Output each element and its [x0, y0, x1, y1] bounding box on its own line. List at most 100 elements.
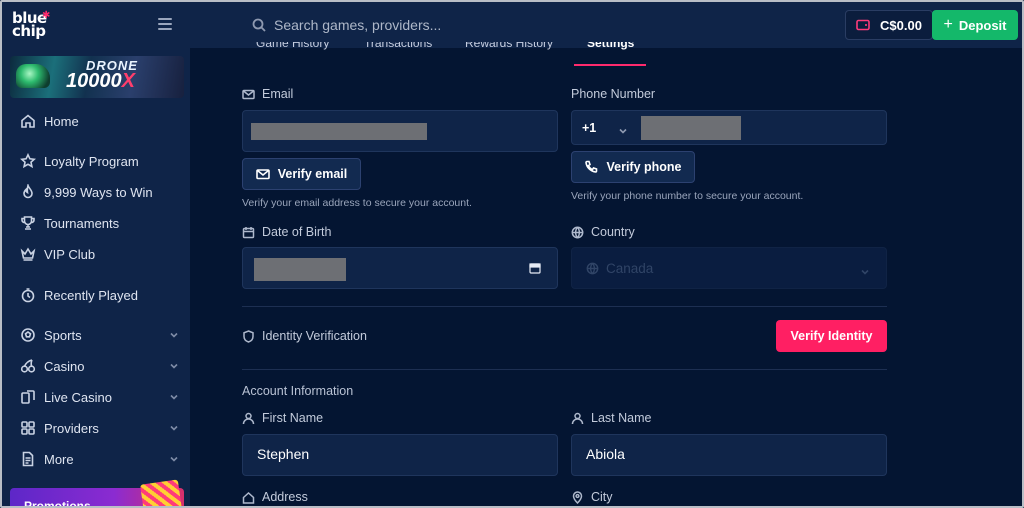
- phone-icon: [584, 160, 598, 174]
- sidebar-item-more[interactable]: More: [20, 449, 180, 469]
- wallet-icon: [856, 19, 870, 31]
- sidebar-item-label: Casino: [44, 358, 85, 374]
- sidebar-item-label: Loyalty Program: [44, 153, 139, 169]
- banner-subtitle: 10000X: [66, 70, 135, 92]
- sidebar-item-label: Providers: [44, 420, 99, 436]
- country-label: Country: [571, 225, 635, 239]
- deposit-button[interactable]: + Deposit: [932, 10, 1018, 40]
- sidebar-item-label: Tournaments: [44, 215, 120, 231]
- verify-email-button[interactable]: Verify email: [242, 158, 361, 190]
- first-name-value: Stephen: [257, 446, 310, 462]
- phone-country-code[interactable]: +1: [582, 121, 596, 135]
- brand-logo[interactable]: blue chip ✱: [12, 10, 52, 40]
- globe-icon: [586, 262, 599, 275]
- sidebar-item-vip-club[interactable]: VIP Club: [20, 244, 180, 264]
- section-divider: [242, 306, 887, 307]
- last-name-label: Last Name: [571, 411, 651, 425]
- sidebar: blue chip ✱ DRONE 10000X Home Loyalty Pr…: [2, 2, 190, 508]
- logo-star-icon: ✱: [42, 10, 51, 21]
- verify-identity-button[interactable]: Verify Identity: [776, 320, 887, 352]
- shield-icon: [242, 329, 255, 343]
- last-name-value: Abiola: [586, 446, 625, 462]
- sidebar-item-recently-played[interactable]: Recently Played: [20, 285, 180, 305]
- tab-game-history[interactable]: Game History: [256, 42, 329, 52]
- balance-display[interactable]: C$0.00: [845, 10, 933, 40]
- sidebar-item-label: Sports: [44, 327, 82, 343]
- house-icon: [242, 491, 255, 504]
- calendar-picker-icon[interactable]: [529, 261, 541, 274]
- phone-field[interactable]: +1: [571, 110, 887, 145]
- tab-rewards-history[interactable]: Rewards History: [465, 42, 553, 52]
- sidebar-item-providers[interactable]: Providers: [20, 418, 180, 438]
- dob-field[interactable]: [242, 247, 558, 289]
- plus-icon: +: [943, 16, 953, 33]
- mail-icon: [255, 167, 270, 181]
- mail-icon: [242, 88, 255, 101]
- chevron-down-icon: [168, 360, 180, 372]
- cards-icon: [20, 389, 36, 405]
- document-icon: [20, 451, 36, 467]
- sidebar-item-ways-to-win[interactable]: 9,999 Ways to Win: [20, 182, 180, 202]
- promotions-label: Promotions: [24, 499, 91, 508]
- map-pin-icon: [571, 490, 584, 504]
- chevron-down-icon[interactable]: [618, 123, 628, 134]
- address-label: Address: [242, 490, 308, 504]
- promo-banner[interactable]: DRONE 10000X: [10, 56, 184, 98]
- section-divider: [242, 369, 887, 370]
- account-information-title: Account Information: [242, 384, 354, 398]
- user-icon: [242, 412, 255, 425]
- city-label: City: [571, 490, 613, 504]
- last-name-field[interactable]: Abiola: [571, 434, 887, 476]
- sidebar-item-casino[interactable]: Casino: [20, 356, 180, 376]
- balance-amount: C$0.00: [880, 17, 922, 33]
- star-icon: [20, 153, 36, 169]
- first-name-label: First Name: [242, 411, 323, 425]
- first-name-field[interactable]: Stephen: [242, 434, 558, 476]
- sidebar-item-label: Live Casino: [44, 389, 112, 405]
- promotions-button[interactable]: Promotions: [10, 479, 184, 508]
- sidebar-item-home[interactable]: Home: [20, 111, 180, 131]
- menu-toggle-icon[interactable]: [158, 18, 172, 30]
- sidebar-item-tournaments[interactable]: Tournaments: [20, 213, 180, 233]
- app-window: blue chip ✱ DRONE 10000X Home Loyalty Pr…: [0, 0, 1024, 508]
- search-icon: [252, 18, 266, 32]
- verify-phone-button[interactable]: Verify phone: [571, 151, 695, 183]
- gift-icon: [140, 479, 182, 506]
- email-hint: Verify your email address to secure your…: [242, 197, 472, 209]
- chevron-down-icon: [168, 453, 180, 465]
- chevron-down-icon: [168, 391, 180, 403]
- sidebar-item-label: Recently Played: [44, 287, 138, 303]
- chevron-down-icon: [860, 264, 870, 275]
- email-label: Email: [242, 87, 293, 101]
- dob-label: Date of Birth: [242, 225, 331, 239]
- crown-icon: [20, 246, 36, 262]
- sidebar-item-loyalty[interactable]: Loyalty Program: [20, 151, 180, 171]
- search-input[interactable]: [274, 12, 674, 38]
- dob-redacted: [254, 258, 346, 281]
- chevron-down-icon: [168, 329, 180, 341]
- clock-icon: [20, 287, 36, 303]
- sidebar-item-label: 9,999 Ways to Win: [44, 184, 153, 200]
- drone-car-image: [16, 64, 50, 88]
- sidebar-item-label: More: [44, 451, 74, 467]
- grid-icon: [20, 420, 36, 436]
- deposit-label: Deposit: [958, 17, 1007, 33]
- sidebar-item-sports[interactable]: Sports: [20, 325, 180, 345]
- country-select: Canada: [571, 247, 887, 289]
- phone-redacted: [641, 116, 741, 140]
- chevron-down-icon: [168, 422, 180, 434]
- globe-icon: [571, 226, 584, 239]
- country-value: Canada: [606, 261, 654, 276]
- email-field[interactable]: [242, 110, 558, 152]
- sidebar-item-label: VIP Club: [44, 246, 96, 262]
- phone-hint: Verify your phone number to secure your …: [571, 190, 804, 202]
- trophy-icon: [20, 215, 36, 231]
- phone-label: Phone Number: [571, 87, 656, 101]
- ball-icon: [20, 327, 36, 343]
- email-redacted: [251, 123, 427, 140]
- sidebar-item-live-casino[interactable]: Live Casino: [20, 387, 180, 407]
- tab-transactions[interactable]: Transactions: [364, 42, 432, 52]
- tab-settings[interactable]: Settings: [587, 42, 634, 52]
- identity-verification-label: Identity Verification: [242, 329, 367, 343]
- active-tab-indicator: [574, 64, 646, 66]
